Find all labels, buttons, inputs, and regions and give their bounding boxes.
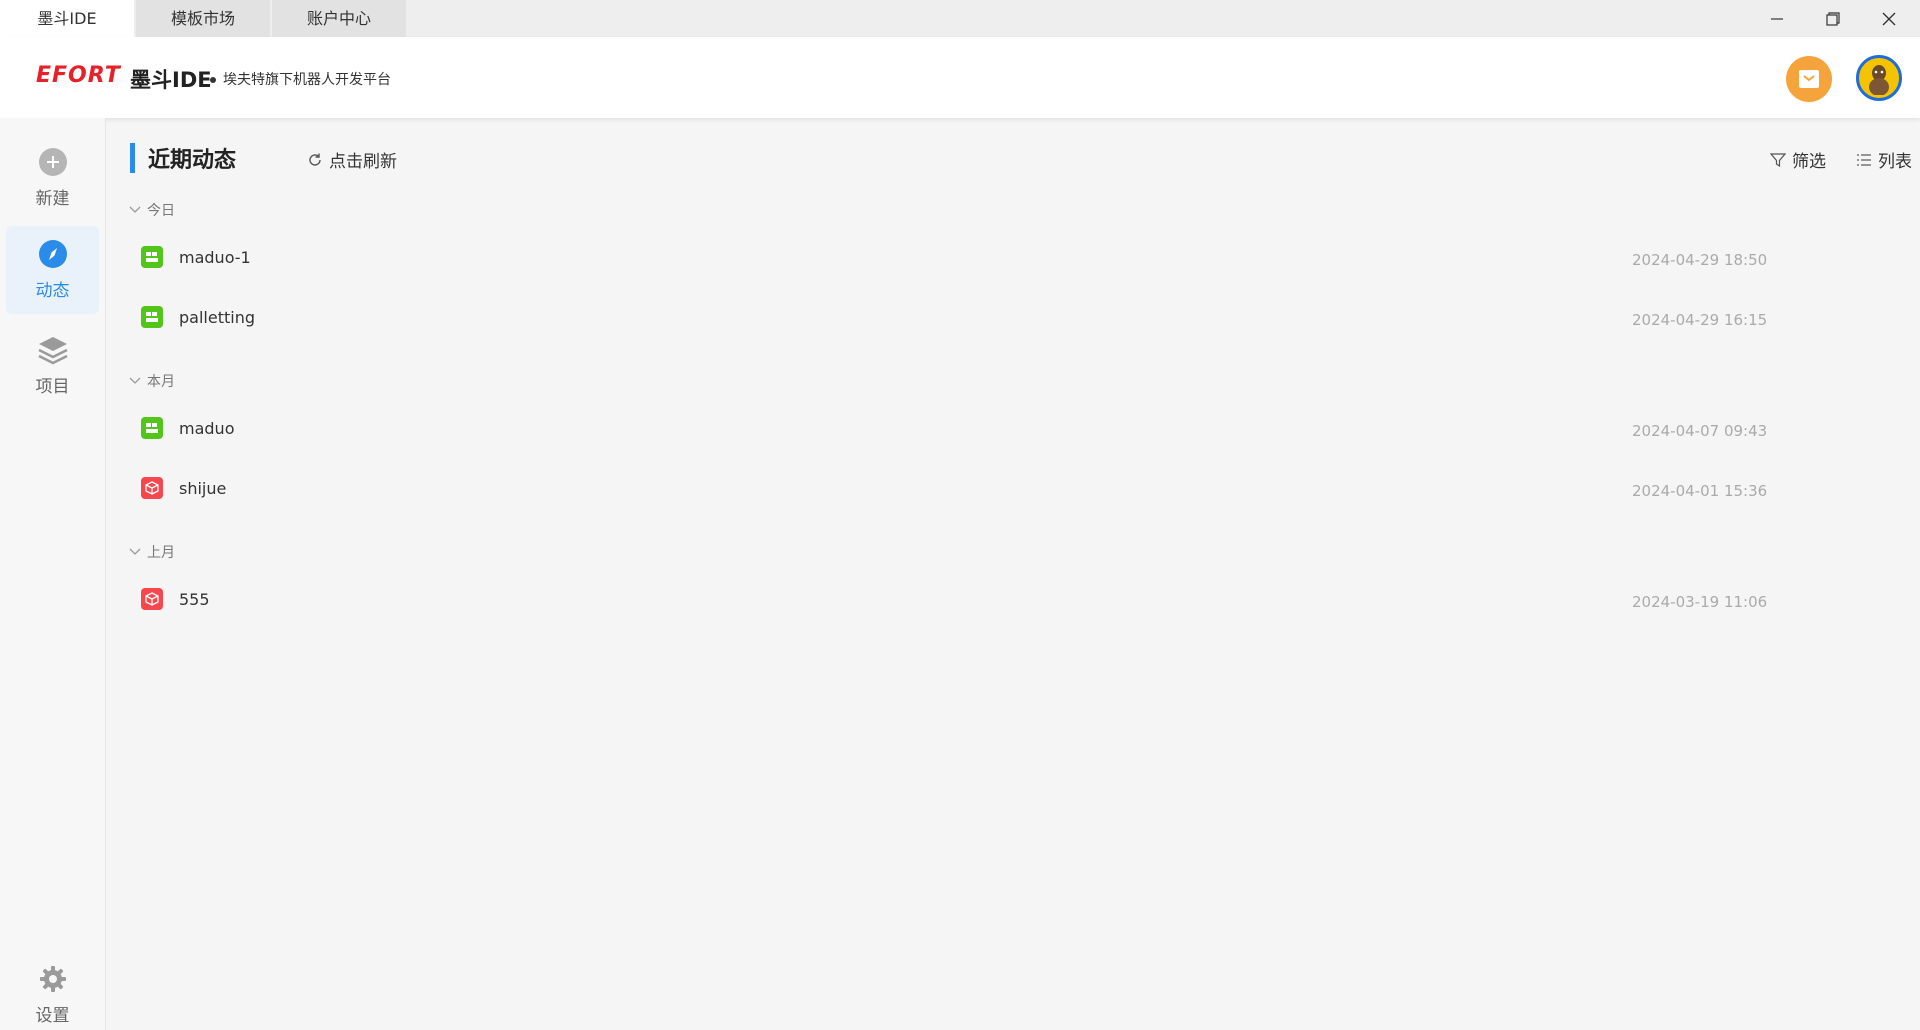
item-name: palletting xyxy=(179,308,255,327)
sidebar-item-label: 项目 xyxy=(35,377,70,397)
close-icon xyxy=(1882,12,1896,25)
app-name: 墨斗IDE xyxy=(130,68,212,92)
palletizing-icon xyxy=(141,246,163,268)
item-time: 2024-04-29 18:50 xyxy=(1632,251,1768,269)
item-name: 555 xyxy=(179,590,210,609)
item-time: 2024-04-01 15:36 xyxy=(1632,482,1768,500)
group-today-toggle[interactable]: 今日 xyxy=(129,200,175,220)
tab-account-center[interactable]: 账户中心 xyxy=(272,0,406,37)
mail-icon xyxy=(1799,70,1819,88)
sidebar-item-label: 动态 xyxy=(35,281,70,301)
user-avatar[interactable] xyxy=(1856,55,1902,101)
restore-button[interactable] xyxy=(1805,0,1861,37)
item-name: maduo-1 xyxy=(179,248,251,267)
efort-logo: EFORT xyxy=(36,63,121,88)
sidebar-item-label: 设置 xyxy=(35,1006,70,1026)
title-accent-bar xyxy=(130,143,135,173)
list-item-maduo-1[interactable]: maduo-1 2024-04-29 18:50 xyxy=(141,238,1876,278)
title-tab-bar: 墨斗IDE 模板市场 账户中心 xyxy=(0,0,1920,37)
message-button[interactable] xyxy=(1786,56,1832,102)
list-item-palletting[interactable]: palletting 2024-04-29 16:15 xyxy=(141,298,1876,338)
plus-icon xyxy=(37,146,69,178)
list-item-555[interactable]: 555 2024-03-19 11:06 xyxy=(141,580,1876,620)
refresh-button[interactable]: 点击刷新 xyxy=(307,147,397,172)
item-time: 2024-04-29 16:15 xyxy=(1632,311,1768,329)
close-button[interactable] xyxy=(1861,0,1917,37)
gear-icon xyxy=(37,963,69,995)
compass-icon xyxy=(37,238,69,270)
minimize-icon xyxy=(1771,17,1783,20)
app-header: EFORT 墨斗IDE 埃夫特旗下机器人开发平台 xyxy=(0,37,1920,118)
list-view-button[interactable]: 列表 xyxy=(1856,147,1912,172)
item-time: 2024-03-19 11:06 xyxy=(1632,593,1768,611)
filter-button[interactable]: 筛选 xyxy=(1770,147,1826,172)
palletizing-icon xyxy=(141,417,163,439)
list-icon xyxy=(1857,153,1871,166)
palletizing-icon xyxy=(141,306,163,328)
sidebar-item-label: 新建 xyxy=(35,189,70,209)
list-item-maduo[interactable]: maduo 2024-04-07 09:43 xyxy=(141,409,1876,449)
avatar-icon xyxy=(1869,65,1889,95)
chevron-down-icon xyxy=(129,377,141,384)
restore-icon xyxy=(1826,11,1840,26)
refresh-icon xyxy=(309,153,321,166)
separator-dot xyxy=(210,77,216,83)
item-time: 2024-04-07 09:43 xyxy=(1632,422,1768,440)
group-label: 今日 xyxy=(147,203,175,219)
item-name: shijue xyxy=(179,479,227,498)
app-subtitle: 埃夫特旗下机器人开发平台 xyxy=(223,72,391,88)
group-label: 本月 xyxy=(147,374,175,390)
item-name: maduo xyxy=(179,419,235,438)
chevron-down-icon xyxy=(129,206,141,213)
minimize-button[interactable] xyxy=(1749,0,1805,37)
vision-cube-icon xyxy=(141,588,163,610)
filter-label: 筛选 xyxy=(1792,152,1826,172)
group-last-month-toggle[interactable]: 上月 xyxy=(129,542,175,562)
sidebar-item-new[interactable]: 新建 xyxy=(6,134,99,222)
sidebar-item-project[interactable]: 项目 xyxy=(6,322,99,410)
refresh-label: 点击刷新 xyxy=(329,152,397,172)
tab-template-market[interactable]: 模板市场 xyxy=(136,0,270,37)
chevron-down-icon xyxy=(129,548,141,555)
layers-icon xyxy=(37,334,69,366)
sidebar-item-settings[interactable]: 设置 xyxy=(6,951,99,1030)
sidebar: 新建 动态 项目 设置 xyxy=(0,118,106,1030)
list-item-shijue[interactable]: shijue 2024-04-01 15:36 xyxy=(141,469,1876,509)
filter-icon xyxy=(1770,152,1786,167)
vision-cube-icon xyxy=(141,477,163,499)
group-label: 上月 xyxy=(147,545,175,561)
tab-ide[interactable]: 墨斗IDE xyxy=(0,0,134,37)
main-content: 近期动态 点击刷新 筛选 列表 今日 maduo-1 2024-04-29 18… xyxy=(107,118,1920,1030)
list-label: 列表 xyxy=(1878,152,1912,172)
page-title: 近期动态 xyxy=(148,148,237,173)
group-this-month-toggle[interactable]: 本月 xyxy=(129,371,175,391)
sidebar-item-activity[interactable]: 动态 xyxy=(6,226,99,314)
